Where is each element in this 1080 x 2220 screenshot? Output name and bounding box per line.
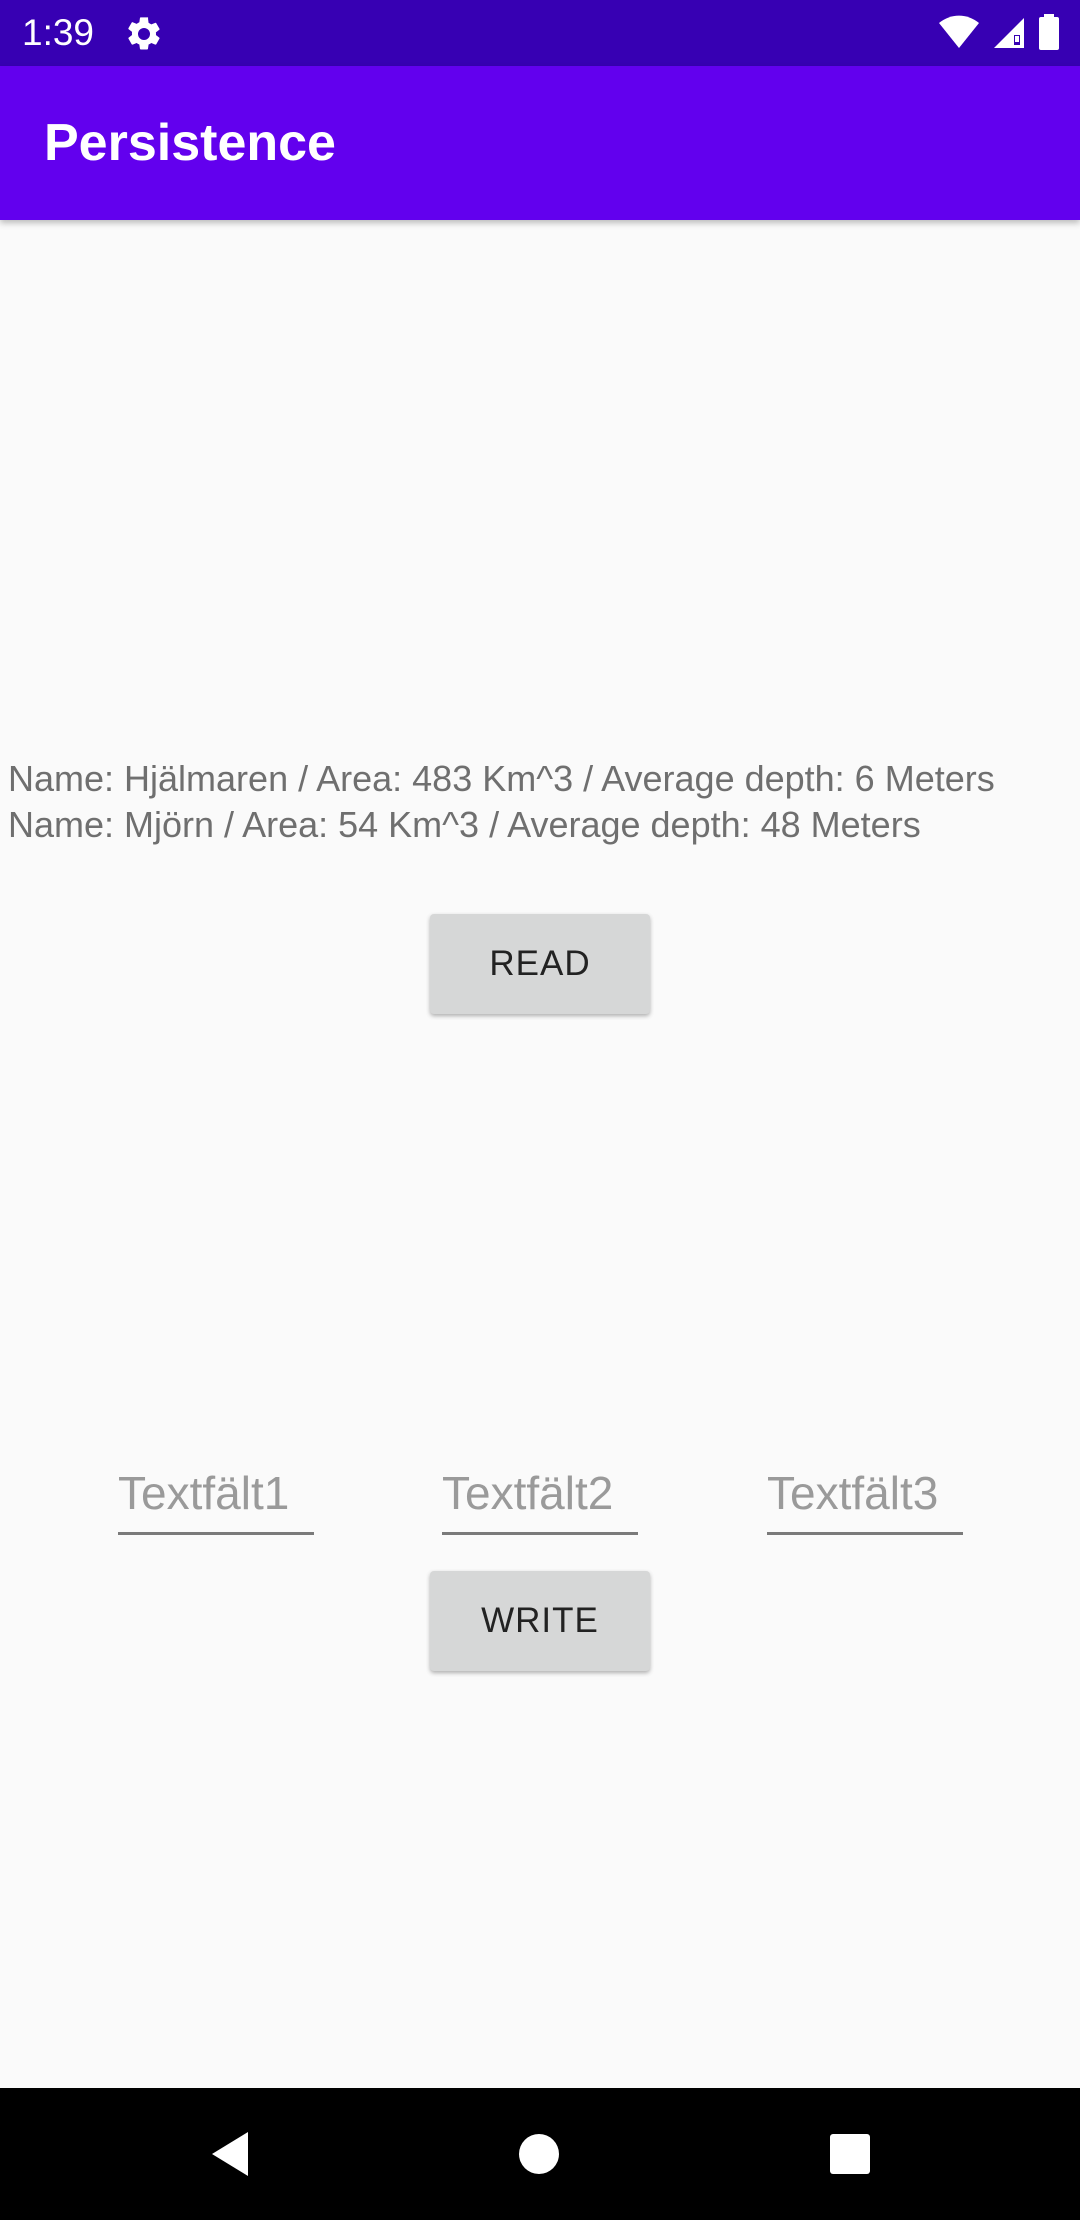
text-field-2-placeholder: Textfält2	[442, 1467, 614, 1519]
cell-signal-icon	[992, 15, 1026, 54]
wifi-icon	[938, 15, 980, 54]
recents-icon[interactable]	[814, 2118, 886, 2190]
settings-gear-icon	[124, 14, 164, 54]
lake-entry: Name: Hjälmaren / Area: 483 Km^3 / Avera…	[8, 758, 995, 799]
text-field-3[interactable]: Textfält3	[767, 1460, 963, 1535]
status-time: 1:39	[22, 12, 95, 53]
navigation-bar	[0, 2088, 1080, 2220]
text-field-2[interactable]: Textfält2	[442, 1460, 638, 1535]
app-bar: Persistence	[0, 66, 1080, 220]
app-title: Persistence	[44, 114, 336, 172]
battery-icon	[1038, 13, 1060, 55]
lake-entry: Name: Mjörn / Area: 54 Km^3 / Average de…	[8, 804, 921, 845]
back-icon[interactable]	[194, 2118, 266, 2190]
write-button[interactable]: WRITE	[430, 1571, 650, 1671]
status-icons	[938, 13, 1060, 55]
text-field-1-placeholder: Textfält1	[118, 1467, 290, 1519]
lake-list: Name: Hjälmaren / Area: 483 Km^3 / Avera…	[8, 756, 1080, 848]
status-bar: 1:39	[0, 0, 1080, 66]
read-button[interactable]: READ	[430, 914, 650, 1014]
text-field-1[interactable]: Textfält1	[118, 1460, 314, 1535]
text-field-3-placeholder: Textfält3	[767, 1467, 939, 1519]
home-icon[interactable]	[503, 2118, 575, 2190]
